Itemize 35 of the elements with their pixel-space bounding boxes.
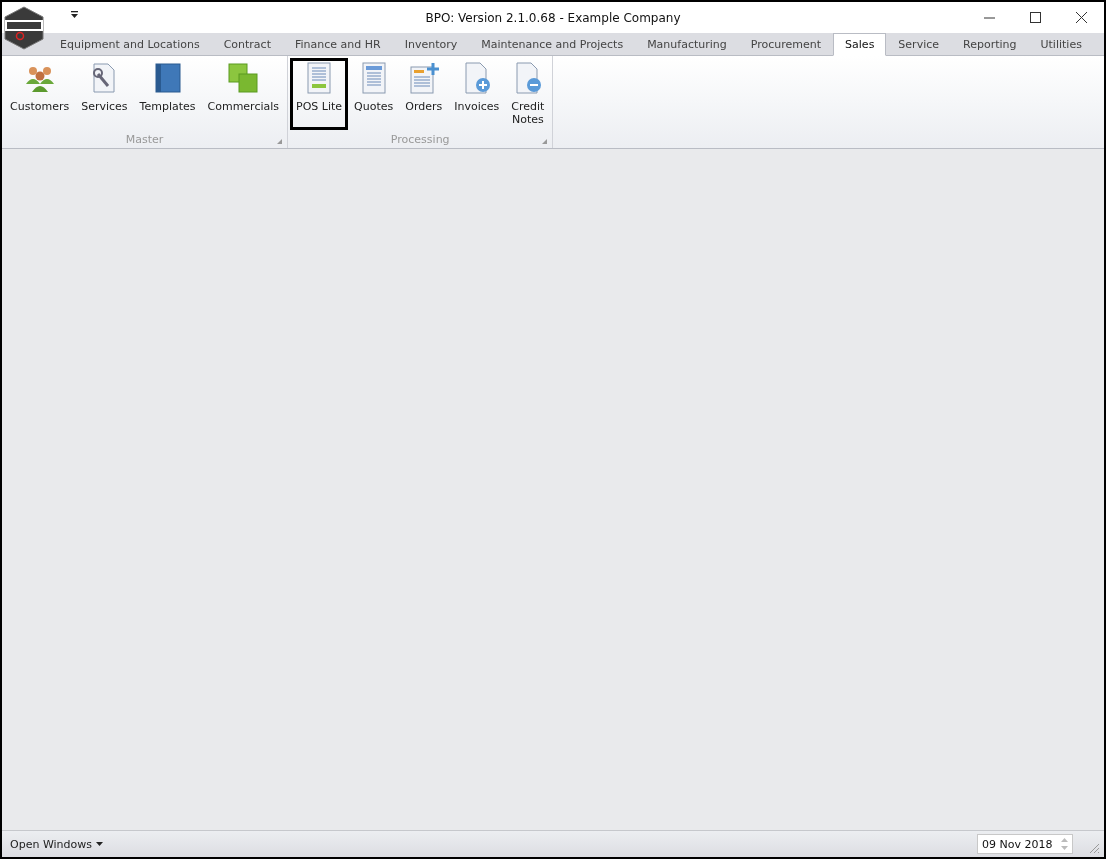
ribbon-button[interactable]: Commercials: [201, 58, 286, 130]
document-plus-icon: [407, 62, 440, 94]
ribbon-tab[interactable]: Manufacturing: [635, 33, 739, 56]
close-icon[interactable]: [1076, 11, 1088, 24]
caret-icon: [96, 842, 103, 846]
ribbon-tab[interactable]: Maintenance and Projects: [469, 33, 636, 56]
expand-corner-icon[interactable]: [542, 139, 548, 144]
expand-corner-icon[interactable]: [277, 139, 283, 144]
ribbon-button[interactable]: Customers: [4, 58, 76, 130]
group-title: Master: [125, 132, 164, 146]
ribbon-tab[interactable]: Utilities: [1028, 33, 1094, 56]
ribbon-button[interactable]: Credit Notes: [505, 58, 551, 130]
ribbon-button[interactable]: Invoices: [448, 58, 506, 130]
ribbon-button[interactable]: Orders: [399, 58, 449, 130]
maximize-icon[interactable]: [1030, 11, 1042, 24]
dropdown-icon[interactable]: [70, 11, 79, 19]
date-field[interactable]: 09 Nov 2018: [977, 834, 1073, 854]
ribbon-tab[interactable]: Contract: [211, 33, 283, 56]
resize-grip-icon[interactable]: [1089, 842, 1100, 854]
ribbon-button[interactable]: Templates: [133, 58, 202, 130]
ribbon-button[interactable]: POS Lite: [290, 58, 349, 130]
ribbon-button[interactable]: Services: [75, 58, 134, 130]
group-title: Processing: [390, 132, 450, 146]
ribbon-tab[interactable]: Procurement: [738, 33, 834, 56]
open-windows-button[interactable]: Open Windows: [2, 837, 111, 851]
ribbon-tab[interactable]: Inventory: [392, 33, 470, 56]
squares-icon: [227, 62, 260, 94]
ribbon-button[interactable]: Quotes: [348, 58, 400, 130]
ribbon-tab[interactable]: Sales: [833, 33, 887, 56]
window-title: BPO: Version 2.1.0.68 - Example Company: [425, 10, 681, 25]
ribbon-tab[interactable]: Finance and HR: [283, 33, 393, 56]
ribbon-tab[interactable]: Reporting: [951, 33, 1029, 56]
spinner-icon[interactable]: [1061, 837, 1068, 851]
ribbon-tab[interactable]: Service: [886, 33, 951, 56]
ribbon-tab[interactable]: Equipment and Locations: [48, 33, 212, 56]
